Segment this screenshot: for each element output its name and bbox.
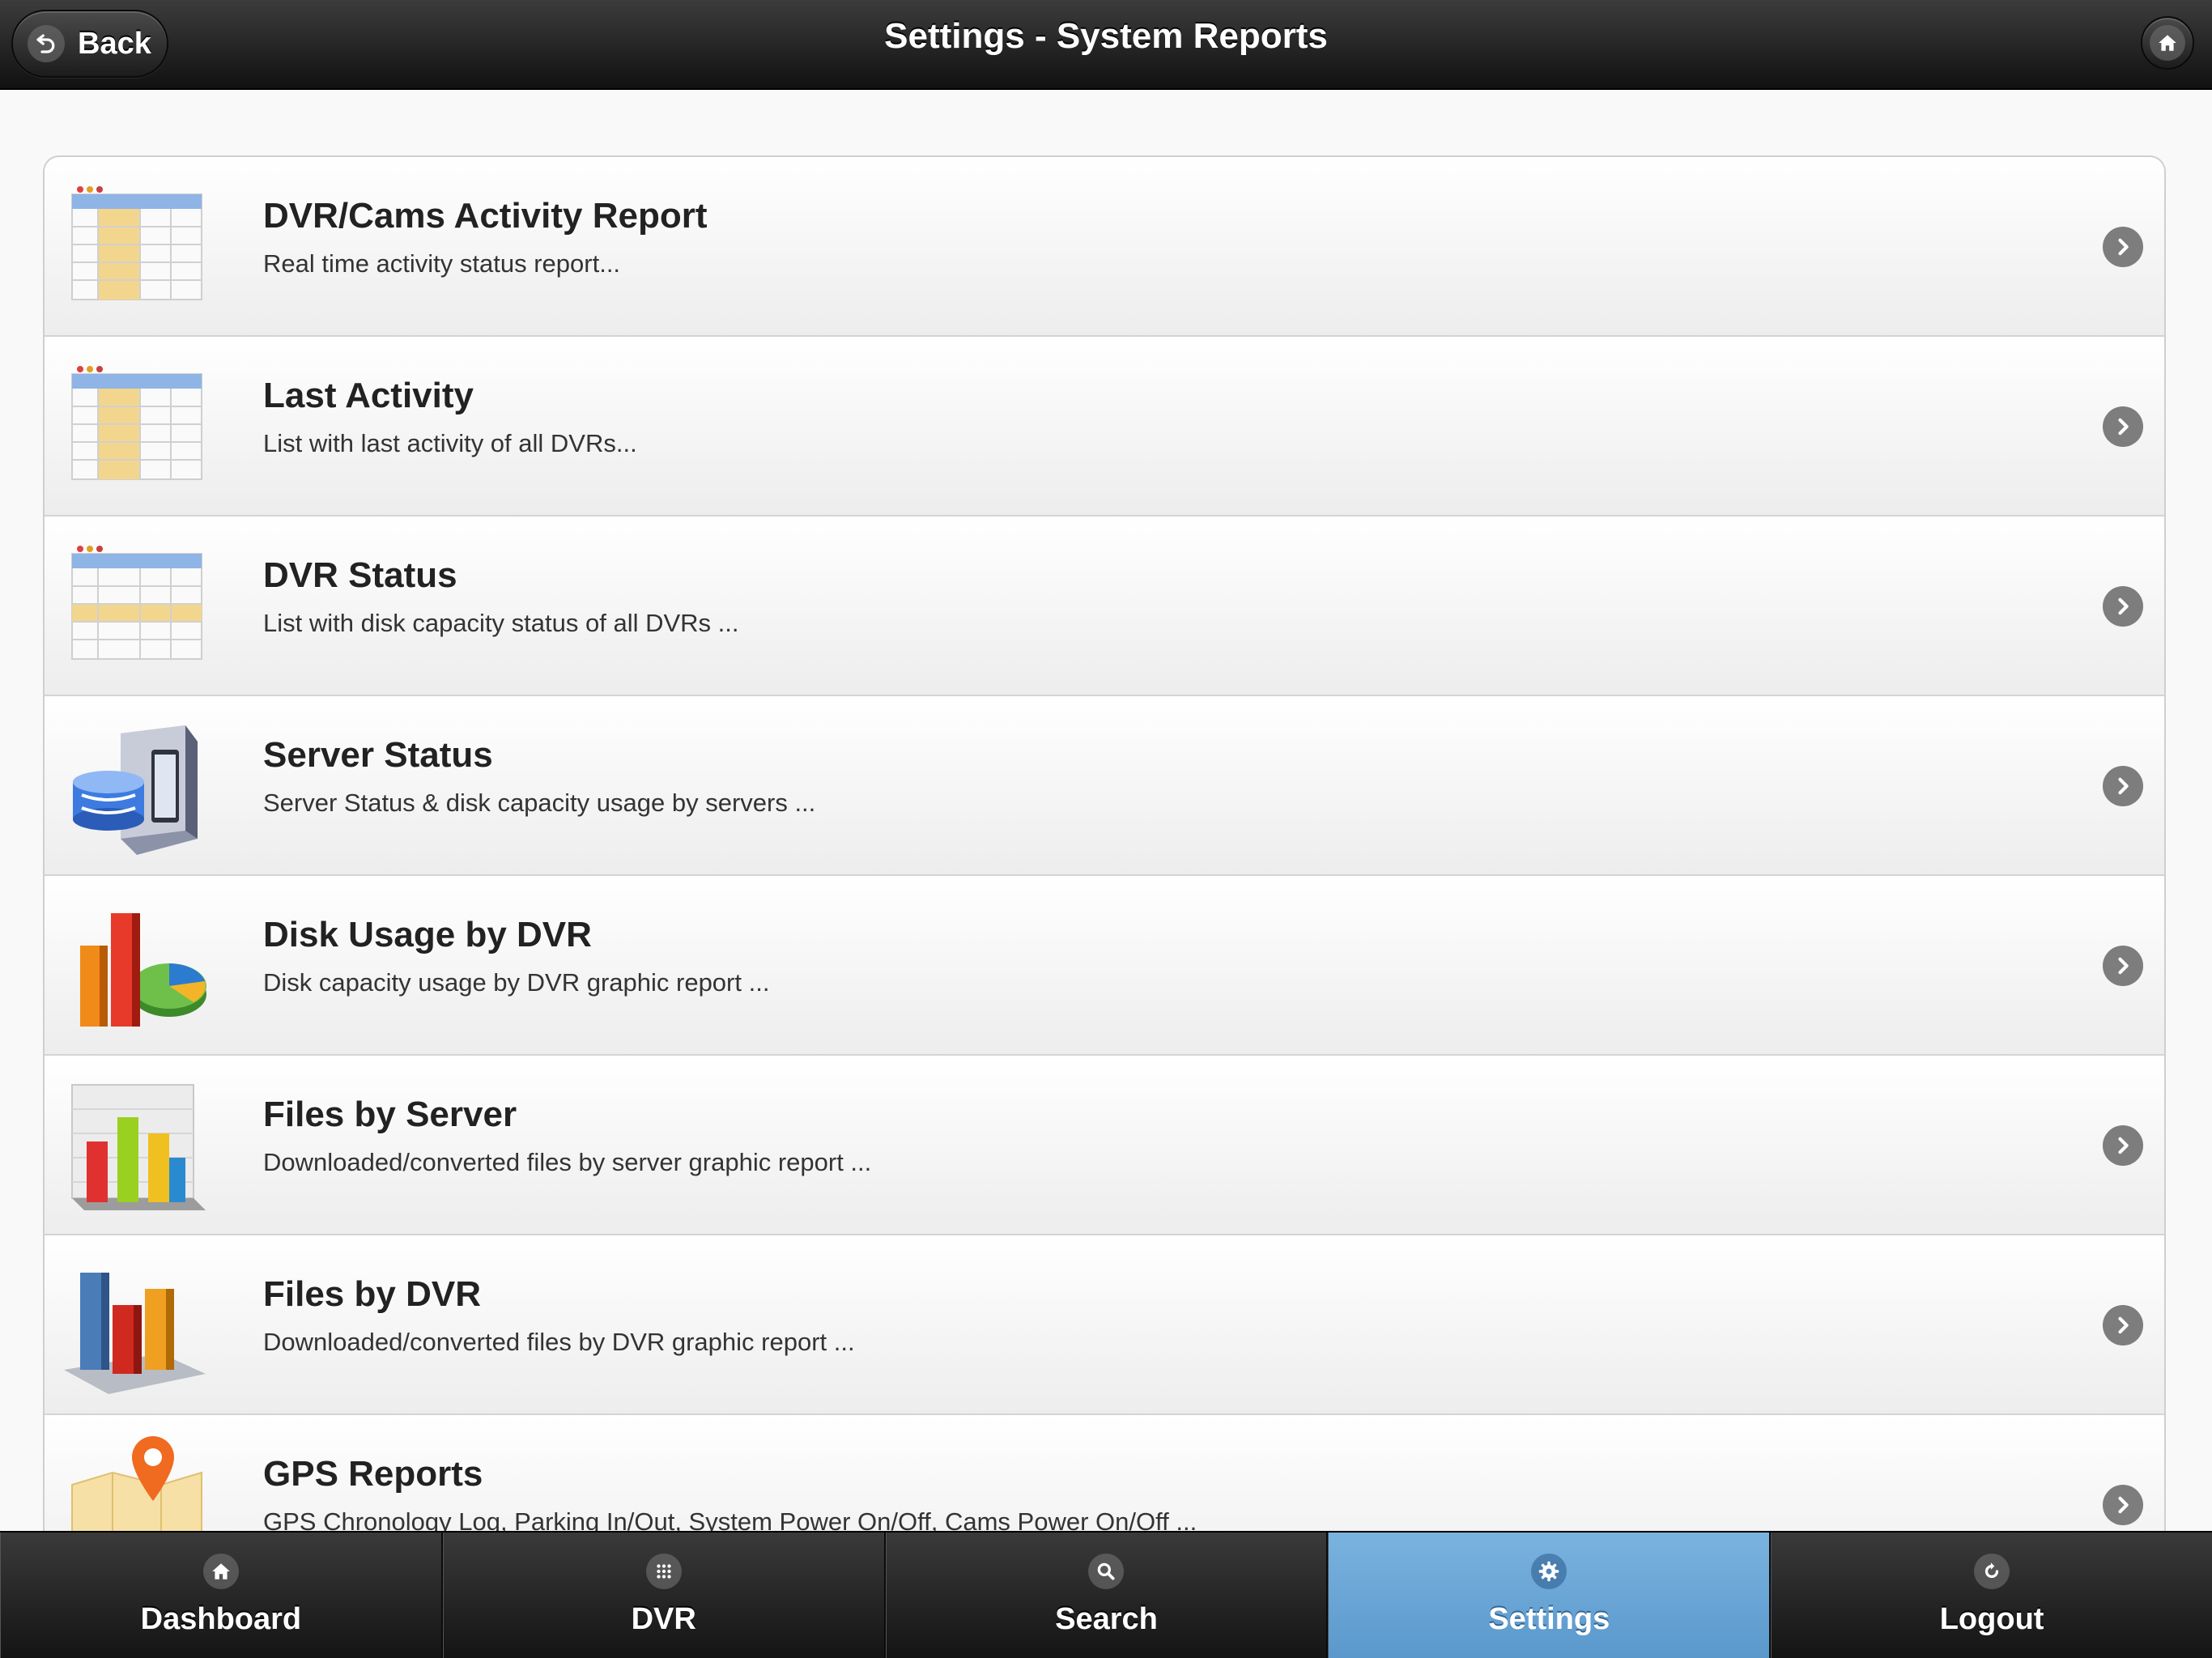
tab-dashboard[interactable]: Dashboard xyxy=(0,1533,443,1658)
report-item-files-by-server[interactable]: Files by Server Downloaded/converted fil… xyxy=(45,1056,2164,1235)
report-title: DVR Status xyxy=(263,555,457,595)
report-title: GPS Reports xyxy=(263,1454,483,1494)
home-icon xyxy=(2150,25,2185,61)
tab-label: Settings xyxy=(1488,1602,1610,1636)
home-icon xyxy=(202,1554,239,1589)
report-description: List with disk capacity status of all DV… xyxy=(263,609,739,637)
tab-label: Search xyxy=(1055,1602,1158,1636)
report-item-dvr-status[interactable]: DVR Status List with disk capacity statu… xyxy=(45,517,2164,696)
chevron-right-icon xyxy=(2103,586,2143,627)
server-database-icon xyxy=(64,717,210,855)
report-description: Downloaded/converted files by DVR graphi… xyxy=(263,1328,855,1356)
spreadsheet-icon xyxy=(64,358,210,495)
spreadsheet-row-icon xyxy=(64,538,210,675)
report-item-server-status[interactable]: Server Status Server Status & disk capac… xyxy=(45,696,2164,876)
report-item-disk-usage-by-dvr[interactable]: Disk Usage by DVR Disk capacity usage by… xyxy=(45,876,2164,1056)
page-title: Settings - System Reports xyxy=(884,16,1328,56)
report-description: GPS Chronology Log, Parking In/Out, Syst… xyxy=(263,1507,1197,1532)
map-pin-icon xyxy=(64,1436,210,1532)
tab-label: DVR xyxy=(631,1602,696,1636)
chevron-right-icon xyxy=(2103,946,2143,986)
report-description: List with last activity of all DVRs... xyxy=(263,429,637,457)
chevron-right-icon xyxy=(2103,1485,2143,1525)
report-title: Files by Server xyxy=(263,1095,517,1134)
refresh-icon xyxy=(1974,1554,2010,1589)
3d-bar-chart-icon xyxy=(64,1256,210,1394)
report-item-dvr-cams-activity[interactable]: DVR/Cams Activity Report Real time activ… xyxy=(45,157,2164,337)
report-description: Real time activity status report... xyxy=(263,249,621,278)
tab-logout[interactable]: Logout xyxy=(1771,1533,2212,1658)
chevron-right-icon xyxy=(2103,227,2143,267)
report-list: DVR/Cams Activity Report Real time activ… xyxy=(43,155,2166,1532)
report-title: Disk Usage by DVR xyxy=(263,915,592,954)
report-description: Disk capacity usage by DVR graphic repor… xyxy=(263,968,770,997)
chevron-right-icon xyxy=(2103,1125,2143,1166)
tab-settings[interactable]: Settings xyxy=(1328,1533,1772,1658)
grid-icon xyxy=(645,1554,682,1589)
bar-chart-icon xyxy=(64,1077,210,1214)
search-icon xyxy=(1088,1554,1125,1589)
report-item-gps-reports[interactable]: GPS Reports GPS Chronology Log, Parking … xyxy=(45,1415,2164,1532)
tab-label: Dashboard xyxy=(140,1602,302,1636)
report-title: Last Activity xyxy=(263,376,474,415)
report-item-last-activity[interactable]: Last Activity List with last activity of… xyxy=(45,337,2164,517)
report-item-files-by-dvr[interactable]: Files by DVR Downloaded/converted files … xyxy=(45,1235,2164,1415)
report-description: Downloaded/converted files by server gra… xyxy=(263,1148,872,1176)
gear-icon xyxy=(1531,1554,1568,1589)
chevron-right-icon xyxy=(2103,1305,2143,1346)
chevron-right-icon xyxy=(2103,406,2143,447)
tab-label: Logout xyxy=(1939,1602,2044,1636)
home-button[interactable] xyxy=(2141,16,2194,70)
bottom-navbar: Dashboard DVR Search Settings Logout xyxy=(0,1531,2212,1658)
report-title: Server Status xyxy=(263,735,493,775)
tab-dvr[interactable]: DVR xyxy=(442,1533,886,1658)
report-title: Files by DVR xyxy=(263,1274,481,1314)
chevron-right-icon xyxy=(2103,766,2143,806)
report-title: DVR/Cams Activity Report xyxy=(263,196,708,236)
report-description: Server Status & disk capacity usage by s… xyxy=(263,789,816,817)
bar-pie-chart-icon xyxy=(64,897,210,1035)
header-bar: Back Settings - System Reports xyxy=(0,0,2212,90)
spreadsheet-icon xyxy=(64,178,210,316)
tab-search[interactable]: Search xyxy=(885,1533,1329,1658)
